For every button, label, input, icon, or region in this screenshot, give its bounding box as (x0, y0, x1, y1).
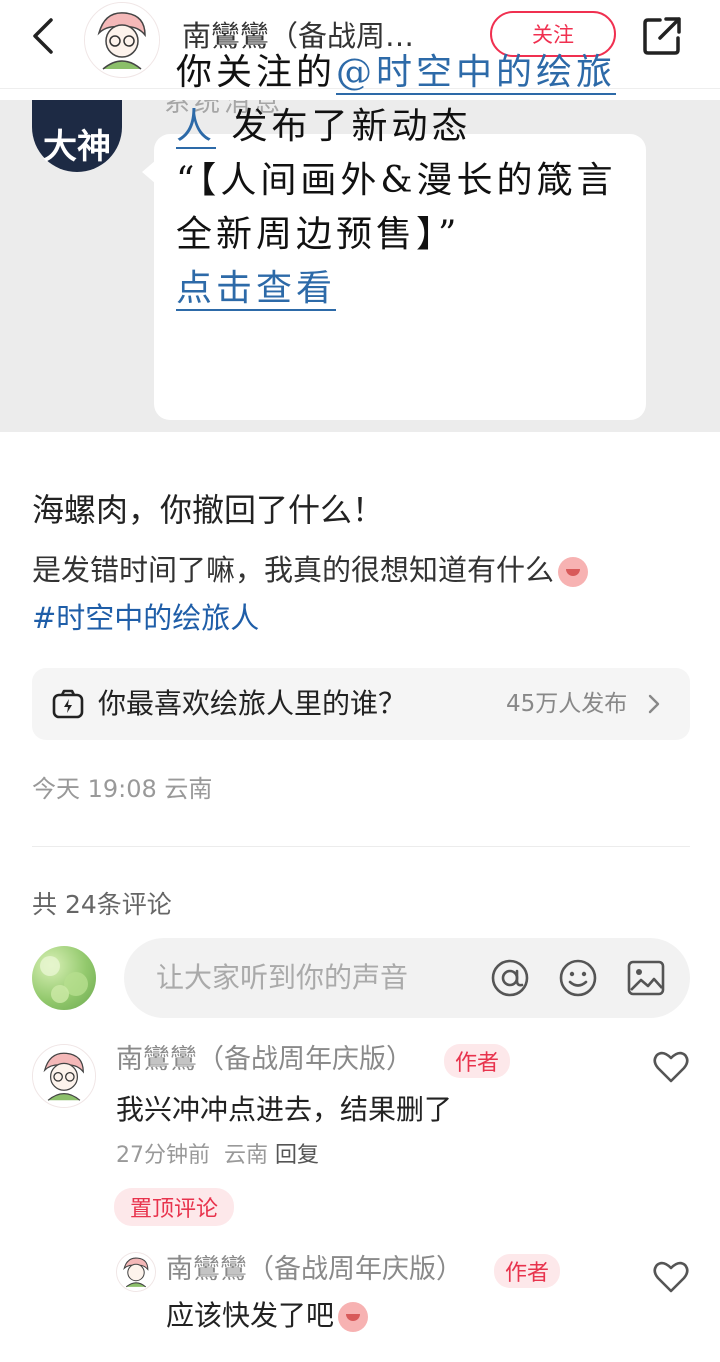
crying-emoji-icon (338, 1302, 369, 1332)
hashtag-link[interactable]: #时空中的绘旅人 (32, 596, 259, 640)
chevron-right-icon (646, 692, 662, 716)
pinned-badge: 置顶评论 (114, 1188, 234, 1226)
message-prefix: 你关注的 (176, 52, 337, 93)
crying-emoji-icon (558, 557, 589, 587)
image-icon[interactable] (626, 958, 666, 998)
message-link: 点击查看 (176, 268, 337, 311)
author-badge: 作者 (494, 1254, 560, 1288)
author-badge: 作者 (444, 1044, 510, 1078)
comment-author-name[interactable]: 南鸞鸞（备战周年庆版） (116, 1040, 413, 1080)
message-quote: “【人间画外&漫长的箴言 全新周边预售】” (176, 160, 617, 255)
topic-question: 你最喜欢绘旅人里的谁？ (98, 687, 407, 720)
post-time-location: 今天 19:08 云南 (32, 775, 213, 803)
comment-placeholder[interactable]: 让大家听到你的声音 (156, 958, 408, 998)
comment-time: 27分钟前 (116, 1143, 210, 1168)
my-avatar (32, 946, 96, 1010)
like-heart-icon[interactable] (652, 1048, 690, 1086)
message-text: 你关注的@时空中的绘旅人 发布了新动态 “【人间画外&漫长的箴言 全新周边预售】… (176, 46, 636, 316)
emoji-icon[interactable] (558, 958, 598, 998)
share-icon[interactable] (640, 14, 684, 58)
like-heart-icon[interactable] (652, 1258, 690, 1296)
message-line2: 发布了新动态 (231, 106, 472, 147)
reply-button[interactable]: 回复 (275, 1143, 319, 1168)
reply-avatar[interactable] (116, 1252, 156, 1292)
comments-count: 共 24条评论 (32, 890, 172, 919)
post-body-text: 是发错时间了嘛，我真的很想知道有什么 (32, 553, 555, 587)
divider (32, 846, 690, 847)
image-sender-avatar: 大神 (32, 100, 122, 172)
author-avatar[interactable] (84, 2, 160, 78)
comment-location: 云南 (224, 1143, 269, 1168)
comment-text: 我兴冲冲点进去，结果删了 (116, 1093, 453, 1126)
post-body: 是发错时间了嘛，我真的很想知道有什么 (32, 548, 589, 592)
post-title: 海螺肉，你撤回了什么！ (32, 491, 385, 529)
comment-meta: 27分钟前 云南 回复 (116, 1140, 319, 1172)
avatar-label: 大神 (43, 126, 111, 167)
camera-flash-icon (52, 688, 84, 720)
reply-text: 应该快发了吧 (166, 1296, 369, 1336)
topic-count: 45万人发布 (506, 691, 628, 717)
reply-text-content: 应该快发了吧 (166, 1299, 335, 1332)
at-mention-icon[interactable] (490, 958, 530, 998)
reply-author-name[interactable]: 南鸞鸞（备战周年庆版） (166, 1250, 463, 1290)
comment-avatar[interactable] (32, 1044, 96, 1108)
back-arrow-icon[interactable] (22, 16, 62, 56)
